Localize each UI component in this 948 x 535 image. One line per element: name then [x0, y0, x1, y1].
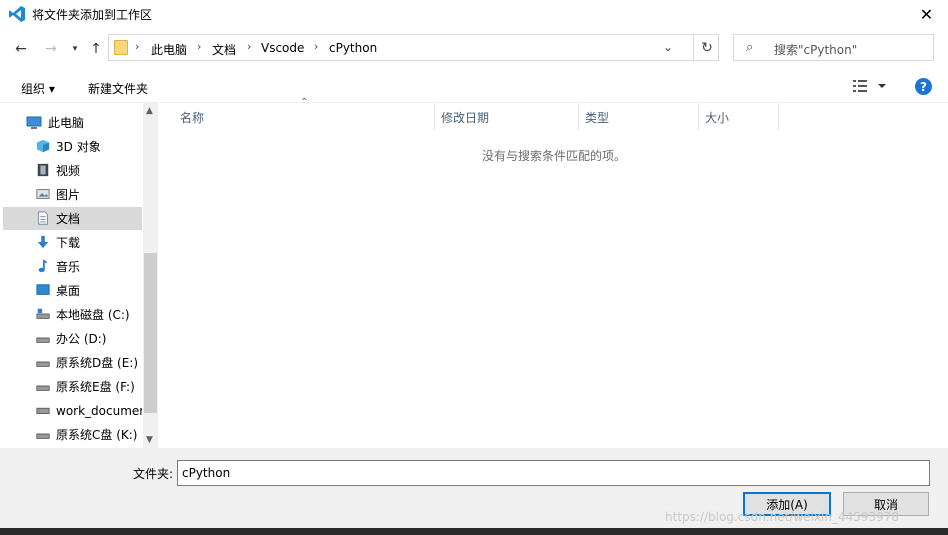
nav-item-label: 办公 (D:): [56, 332, 107, 346]
breadcrumb-separator-icon: ›: [247, 40, 252, 53]
recent-locations-button[interactable]: ▾: [64, 37, 86, 61]
nav-item-pictures[interactable]: 图片: [3, 183, 142, 206]
nav-item-label: 桌面: [56, 284, 81, 298]
search-box[interactable]: ⌕ 搜索"cPython": [733, 34, 934, 61]
nav-item-this-pc[interactable]: 此电脑: [3, 111, 142, 134]
nav-item-label: work_documer: [56, 403, 142, 418]
desktop-icon: [36, 284, 50, 295]
column-header-date-modified[interactable]: 修改日期: [435, 103, 579, 130]
column-header-type[interactable]: 类型: [579, 103, 699, 130]
music-note-icon: [38, 259, 48, 273]
computer-icon: [26, 116, 42, 129]
nav-item-label: 下载: [56, 236, 81, 250]
nav-item-label: 本地磁盘 (C:): [56, 308, 130, 322]
nav-item-network-drive[interactable]: work_documer: [3, 399, 142, 422]
drive-icon: [36, 385, 50, 391]
navigation-pane[interactable]: 此电脑 3D 对象 视频 图片 文档 下载 音乐 桌面 本地磁盘 (C:) 办公…: [0, 103, 158, 448]
nav-item-downloads[interactable]: 下载: [3, 231, 142, 254]
picture-icon: [36, 189, 50, 199]
address-divider: [693, 35, 694, 60]
nav-item-label: 3D 对象: [56, 140, 101, 154]
nav-item-label: 文档: [56, 212, 81, 226]
title-bar: 将文件夹添加到工作区 ✕: [0, 0, 948, 28]
arrow-right-icon: →: [45, 41, 57, 57]
vscode-logo-icon: [9, 6, 25, 22]
breadcrumb-separator-icon: ›: [197, 40, 202, 53]
download-arrow-icon: [37, 235, 49, 249]
address-dropdown-icon[interactable]: ⌄: [663, 40, 673, 54]
arrow-up-icon: ↑: [90, 41, 102, 57]
nav-item-label: 音乐: [56, 260, 81, 274]
up-button[interactable]: ↑: [85, 37, 107, 61]
folder-name-input[interactable]: [177, 460, 930, 486]
empty-message: 没有与搜索条件匹配的项。: [482, 149, 627, 163]
column-header-name[interactable]: 名称: [174, 103, 435, 130]
nav-item-videos[interactable]: 视频: [3, 159, 142, 182]
forward-button[interactable]: →: [40, 37, 62, 61]
view-options-button[interactable]: [852, 78, 888, 97]
breadcrumb-documents[interactable]: 文档: [212, 41, 236, 58]
refresh-icon: ↻: [701, 40, 713, 56]
help-button[interactable]: ?: [915, 78, 932, 95]
scroll-thumb[interactable]: [144, 253, 157, 413]
nav-item-3d-objects[interactable]: 3D 对象: [3, 135, 142, 158]
nav-item-label: 原系统C盘 (K:): [56, 428, 138, 442]
folder-icon: [114, 40, 128, 55]
drive-icon: [36, 308, 50, 319]
nav-item-documents[interactable]: 文档: [3, 207, 142, 230]
close-icon: ✕: [919, 4, 934, 24]
nav-item-label: 原系统D盘 (E:): [56, 356, 139, 370]
search-placeholder: 搜索"cPython": [774, 43, 858, 57]
nav-item-drive-c[interactable]: 本地磁盘 (C:): [3, 303, 142, 326]
dialog-footer: 文件夹: 添加(A) 取消 https://blog.csdn.net/weix…: [0, 448, 948, 535]
nav-item-label: 原系统E盘 (F:): [56, 380, 135, 394]
window-title: 将文件夹添加到工作区: [32, 8, 153, 22]
document-icon: [38, 211, 48, 225]
folder-label: 文件夹:: [133, 467, 174, 481]
watermark: https://blog.csdn.net/weixin_44593978: [665, 510, 900, 524]
chevron-down-icon: ▾: [72, 44, 78, 54]
help-icon: ?: [920, 79, 927, 94]
drive-icon: [36, 361, 50, 367]
back-button[interactable]: ←: [10, 37, 32, 61]
film-icon: [37, 163, 49, 177]
nav-item-desktop[interactable]: 桌面: [3, 279, 142, 302]
nav-item-drive-e[interactable]: 原系统D盘 (E:): [3, 351, 142, 374]
nav-item-drive-d[interactable]: 办公 (D:): [3, 327, 142, 350]
taskbar-edge: [0, 528, 948, 535]
breadcrumb-vscode[interactable]: Vscode: [261, 41, 304, 55]
arrow-left-icon: ←: [15, 41, 27, 57]
breadcrumb-separator-icon: ›: [135, 40, 140, 53]
search-icon: ⌕: [746, 40, 754, 55]
details-view-icon: [853, 80, 886, 92]
drive-icon: [36, 337, 50, 343]
file-list[interactable]: ⌃ 名称 修改日期 类型 大小 没有与搜索条件匹配的项。: [160, 97, 948, 448]
breadcrumb-separator-icon: ›: [314, 40, 319, 53]
nav-item-label: 此电脑: [48, 116, 85, 130]
nav-item-drive-k[interactable]: 原系统C盘 (K:): [3, 423, 142, 446]
column-header-size[interactable]: 大小: [699, 103, 779, 130]
address-bar[interactable]: › 此电脑 › 文档 › Vscode › cPython ⌄ ↻: [108, 34, 719, 61]
command-bar: 组织 ▾ 新建文件夹: [0, 72, 948, 103]
scroll-down-icon[interactable]: ▼: [146, 435, 153, 445]
close-button[interactable]: ✕: [905, 0, 948, 28]
scroll-up-icon[interactable]: ▲: [146, 106, 153, 116]
organize-button[interactable]: 组织 ▾: [21, 80, 55, 97]
breadcrumb-cpython[interactable]: cPython: [329, 41, 377, 55]
nav-item-music[interactable]: 音乐: [3, 255, 142, 278]
new-folder-button[interactable]: 新建文件夹: [88, 80, 148, 97]
nav-item-label: 视频: [56, 164, 81, 178]
cube-icon: [36, 139, 50, 153]
drive-icon: [36, 433, 50, 439]
nav-item-label: 图片: [56, 188, 81, 202]
nav-item-drive-f[interactable]: 原系统E盘 (F:): [3, 375, 142, 398]
nav-scrollbar[interactable]: ▲ ▼: [143, 103, 158, 448]
breadcrumb-this-pc[interactable]: 此电脑: [151, 41, 187, 58]
refresh-button[interactable]: ↻: [697, 38, 717, 58]
network-drive-icon: [36, 407, 50, 414]
